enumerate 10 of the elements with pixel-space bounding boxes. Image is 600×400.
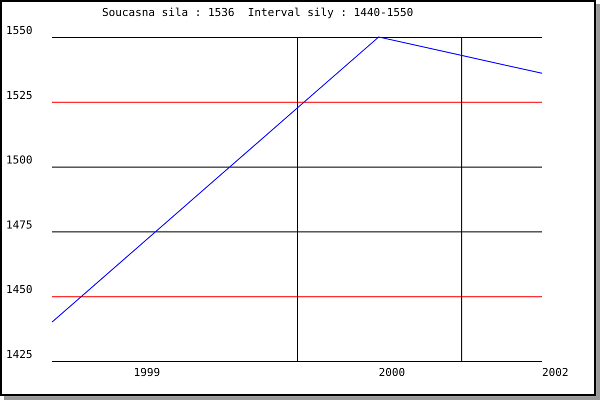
axis-label: 1525 xyxy=(6,88,32,102)
axis-label: 1425 xyxy=(6,348,32,361)
axis-label: 2000 xyxy=(378,366,406,379)
axis-label: 1500 xyxy=(6,154,32,167)
chart-title: Soucasna sila : 1536 Interval sily : 1440-1550 xyxy=(101,5,414,21)
axis-label: 1450 xyxy=(6,283,32,296)
axis-label: 2002 xyxy=(542,366,568,379)
axis-label: 1550 xyxy=(6,25,32,37)
axis-label: 1475 xyxy=(6,218,32,232)
axis-label: 1999 xyxy=(134,366,160,379)
